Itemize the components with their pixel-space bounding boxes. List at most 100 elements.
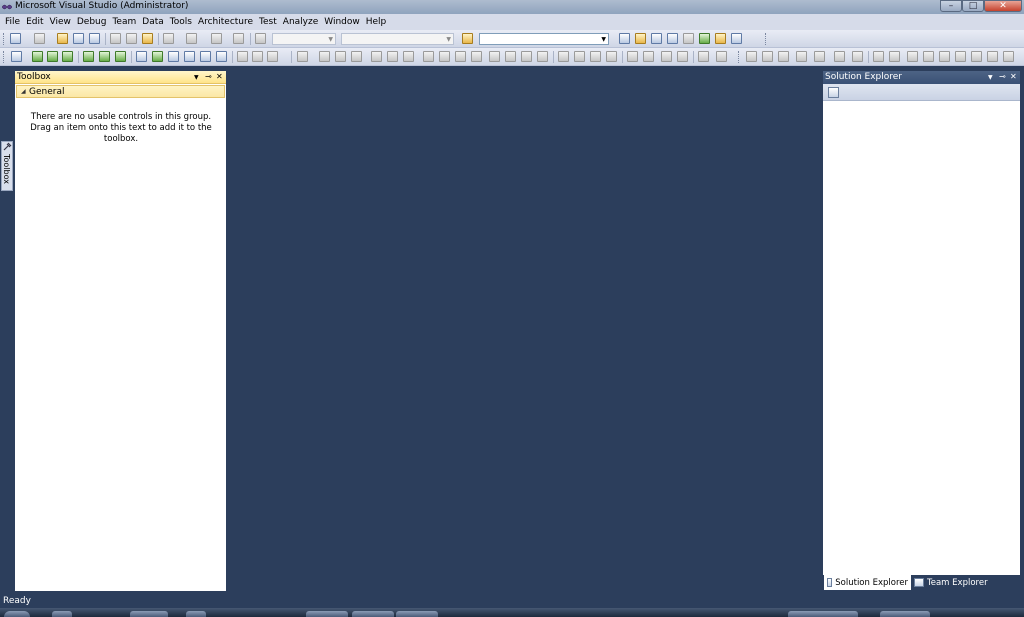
solution-configurations-combo[interactable]: ▼ [272,33,336,45]
make-same-height-icon[interactable] [423,51,434,62]
toolbar-grip[interactable] [738,51,741,63]
add-item-icon[interactable] [34,33,45,44]
close-panel-icon[interactable]: ✕ [1010,72,1017,81]
align-tops-icon[interactable] [351,51,362,62]
menu-team[interactable]: Team [109,17,139,27]
make-same-size-icon[interactable] [439,51,450,62]
increase-horizontal-spacing-icon[interactable] [489,51,500,62]
menu-file[interactable]: File [2,17,23,27]
center-horizontally-icon[interactable] [606,51,617,62]
insert-snippet-icon[interactable] [136,51,147,62]
menu-edit[interactable]: Edit [23,17,46,27]
window-position-dropdown-icon[interactable]: ▼ [988,74,993,81]
vertical-spacing-icon[interactable] [537,51,548,62]
taskbar-button[interactable] [52,611,72,617]
navigate-backward-icon[interactable] [211,33,222,44]
insert-table-icon[interactable] [923,51,934,62]
toolbox-side-tab-label[interactable]: Toolbox [2,154,11,184]
find-in-files-icon[interactable] [462,33,473,44]
toolbar-grip[interactable] [765,33,768,45]
start-debugging-icon[interactable] [255,33,266,44]
position-icon[interactable] [987,51,998,62]
restart-icon[interactable] [115,51,126,62]
remove-horizontal-spacing-icon[interactable] [521,51,532,62]
minimize-button[interactable]: – [940,0,962,12]
window-position-dropdown-icon[interactable]: ▼ [194,74,199,81]
decrease-indent-icon[interactable] [873,51,884,62]
properties-icon[interactable] [828,87,839,98]
parameter-info-icon[interactable] [184,51,195,62]
menu-window[interactable]: Window [321,17,363,27]
tab-solution-explorer[interactable]: Solution Explorer [824,575,911,590]
send-to-back-icon[interactable] [661,51,672,62]
object-browser-icon[interactable] [651,33,662,44]
toolbox-group-general[interactable]: ◢ General [16,85,225,98]
list-members-icon[interactable] [216,51,227,62]
command-window-icon[interactable] [731,33,742,44]
tab-order-icon[interactable] [698,51,709,62]
toolbox-window-icon[interactable] [667,33,678,44]
step-out-icon[interactable] [62,51,73,62]
redo-icon[interactable] [186,33,197,44]
hyperlink-icon[interactable] [907,51,918,62]
bulleted-list-icon[interactable] [852,51,863,62]
start-button[interactable] [4,611,30,617]
extension-manager-icon[interactable] [699,33,710,44]
align-lefts-icon[interactable] [297,51,308,62]
align-centers-icon[interactable] [319,51,330,62]
display-quick-info-icon[interactable] [168,51,179,62]
toolbar-grip[interactable] [3,51,6,63]
close-panel-icon[interactable]: ✕ [216,72,223,81]
cut-icon[interactable] [110,33,121,44]
copy-icon[interactable] [126,33,137,44]
surround-with-icon[interactable] [152,51,163,62]
complete-word-icon[interactable] [200,51,211,62]
solution-explorer-icon[interactable] [619,33,630,44]
menu-test[interactable]: Test [256,17,280,27]
taskbar-button[interactable] [788,611,858,617]
paste-icon[interactable] [142,33,153,44]
font-color-icon[interactable] [796,51,807,62]
tab-team-explorer[interactable]: Team Explorer [911,575,1019,590]
layer-icon[interactable] [971,51,982,62]
align-to-grid-icon[interactable] [11,51,22,62]
indent-icon[interactable] [252,51,263,62]
background-color-icon[interactable] [814,51,825,62]
taskbar-button[interactable] [130,611,168,617]
save-all-icon[interactable] [89,33,100,44]
new-project-icon[interactable] [10,33,21,44]
menu-architecture[interactable]: Architecture [195,17,256,27]
taskbar-button[interactable] [306,611,348,617]
outdent-icon[interactable] [237,51,248,62]
step-over-icon[interactable] [47,51,58,62]
menu-tools[interactable]: Tools [167,17,195,27]
menu-view[interactable]: View [47,17,74,27]
taskbar-button[interactable] [186,611,206,617]
taskbar-button[interactable] [880,611,930,617]
taskbar-button[interactable] [352,611,394,617]
align-bottoms-icon[interactable] [387,51,398,62]
taskbar-button[interactable] [396,611,438,617]
start-page-icon[interactable] [715,33,726,44]
font-size-icon[interactable] [778,51,789,62]
solution-platforms-combo[interactable]: ▼ [341,33,454,45]
decrease-horizontal-spacing-icon[interactable] [505,51,516,62]
wrench-icon[interactable] [683,33,694,44]
bring-to-front-icon[interactable] [643,51,654,62]
navigate-forward-icon[interactable] [233,33,244,44]
menu-help[interactable]: Help [363,17,390,27]
html-editor-icon[interactable] [746,51,757,62]
center-vertically-icon[interactable] [627,51,638,62]
numbered-list-icon[interactable] [834,51,845,62]
maximize-button[interactable]: □ [962,0,984,12]
menu-data[interactable]: Data [139,17,167,27]
find-combo[interactable]: ▼ [479,33,609,45]
toolbar-grip[interactable] [3,33,6,45]
size-to-grid-icon[interactable] [455,51,466,62]
make-same-width-icon[interactable] [403,51,414,62]
undo-icon[interactable] [163,33,174,44]
decrease-vertical-spacing-icon[interactable] [574,51,585,62]
align-middles-icon[interactable] [371,51,382,62]
menu-analyze[interactable]: Analyze [280,17,321,27]
properties-window-icon[interactable] [635,33,646,44]
